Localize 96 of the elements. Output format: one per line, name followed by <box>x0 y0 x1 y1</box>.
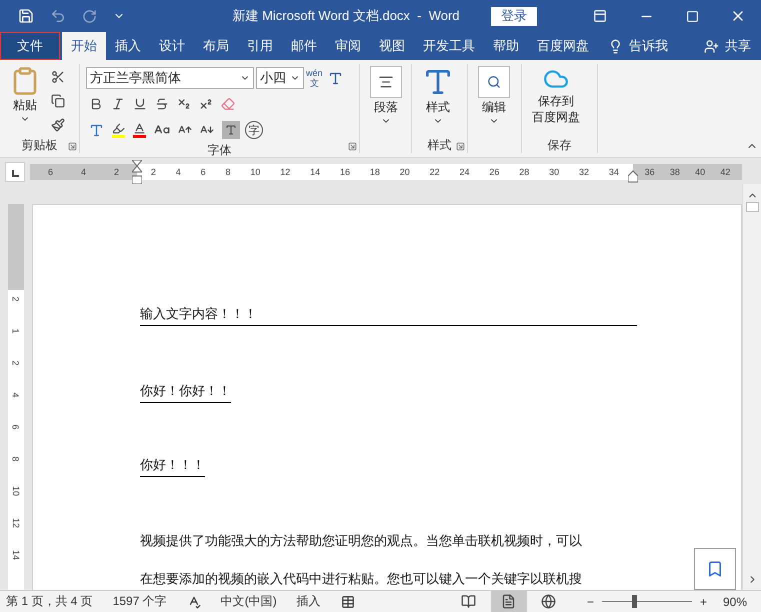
ribbon-tab[interactable]: 布局 <box>194 32 238 60</box>
styles-button[interactable]: 样式 <box>418 64 458 137</box>
zoom-out-button[interactable]: − <box>586 594 594 608</box>
ruler-number: 6 <box>11 424 21 430</box>
ruler-number: 34 <box>608 167 619 177</box>
align-center-icon[interactable] <box>370 66 402 98</box>
ruler-number: 4 <box>11 392 21 398</box>
lightbulb-icon[interactable] <box>608 38 623 54</box>
word-count[interactable]: 1597 个字 <box>112 593 167 610</box>
ruler-number: 38 <box>670 167 680 177</box>
font-name-field[interactable]: 方正兰亭黑简体 <box>86 67 254 89</box>
zoom-thumb[interactable] <box>632 595 637 608</box>
print-view-button[interactable] <box>490 591 527 612</box>
ruler-number: 10 <box>11 486 21 496</box>
ruler-number: 26 <box>489 167 500 177</box>
ruler-number: 30 <box>549 167 560 177</box>
ruler-number: 10 <box>250 167 260 177</box>
ruler-number: 20 <box>400 167 410 177</box>
paste-button[interactable]: 粘贴 <box>6 64 44 137</box>
insert-mode-label[interactable]: 插入 <box>296 593 321 610</box>
document-text: 你好！你好！！ <box>140 382 231 403</box>
vertical-ruler[interactable]: 2 1 2 4 6 8 10 12 14 <box>8 204 24 590</box>
save-to-cloud-button[interactable]: 保存到 百度网盘 <box>528 64 584 137</box>
ribbon-tab[interactable]: 百度网盘 <box>528 32 598 60</box>
document-text: 输入文字内容！！！ <box>140 305 257 323</box>
user-plus-icon[interactable] <box>704 38 719 54</box>
ribbon-tab[interactable]: 邮件 <box>282 32 326 60</box>
ruler-number: 4 <box>80 167 86 177</box>
document-text: 在想要添加的视频的嵌入代码中进行粘贴。您也可以键入一个关键字以联机搜 <box>140 570 582 588</box>
ruler-number: 2 <box>150 167 156 177</box>
ruler-number: 8 <box>226 167 231 177</box>
ruler-number: 14 <box>11 550 21 560</box>
ruler-number: 16 <box>340 167 350 177</box>
ruler-number: 6 <box>200 167 206 177</box>
document-page[interactable]: 输入文字内容！！！ 你好！你好！！ 你好！！！ 视频提供了功能强大的方法帮助您证明您的观点。当您单击联机视频时，可以 在想要添加的视频的嵌入代码中进行粘贴。您也可以键入一个关键字以联机搜 <box>32 204 742 590</box>
zoom-level[interactable]: 90% <box>722 594 747 608</box>
language-label[interactable]: 中文(中国) <box>220 593 277 610</box>
editing-button[interactable]: 编辑 <box>474 64 514 153</box>
ruler-number: 1 <box>11 328 21 334</box>
ribbon-tab[interactable]: 开发工具 <box>414 32 484 60</box>
group-label: 样式 <box>428 137 452 153</box>
ruler-number: 36 <box>644 167 655 177</box>
phonetic-guide-button[interactable]: wén 文 <box>306 68 323 88</box>
ruler-number: 12 <box>280 167 290 177</box>
dialog-launcher-icon[interactable] <box>456 142 465 151</box>
ribbon-tab[interactable]: 设计 <box>150 32 194 60</box>
group-label: 保存 <box>548 137 572 153</box>
indent-marker-icon[interactable] <box>132 160 142 184</box>
ribbon-tab[interactable]: 视图 <box>370 32 414 60</box>
ruler-number: 18 <box>370 167 380 177</box>
search-icon[interactable] <box>478 66 510 98</box>
ruler-number: 32 <box>579 167 590 177</box>
ruler-number: 40 <box>695 167 706 177</box>
page-icon[interactable] <box>501 594 516 609</box>
dialog-launcher-icon[interactable] <box>348 142 357 151</box>
ruler-number: 2 <box>11 296 21 302</box>
ruler-number: 24 <box>460 167 470 177</box>
share-label[interactable]: 共享 <box>725 37 751 55</box>
ribbon-tab[interactable]: 开始 <box>62 32 106 60</box>
paragraph-button[interactable]: 段落 <box>366 64 406 153</box>
ribbon-tab[interactable]: 审阅 <box>326 32 370 60</box>
ruler-number: 12 <box>11 518 21 528</box>
document-text: 视频提供了功能强大的方法帮助您证明您的观点。当您单击联机视频时，可以 <box>140 532 582 550</box>
ruler-number: 6 <box>48 167 53 177</box>
font-size-field[interactable]: 小四 <box>256 67 304 89</box>
macro-icon[interactable] <box>340 594 355 608</box>
ruler-number: 42 <box>720 167 730 177</box>
group-label: 字体 <box>208 142 232 158</box>
ruler-number: 28 <box>519 167 530 177</box>
ruler-number: 14 <box>310 167 320 177</box>
bookmark-icon[interactable] <box>706 560 724 578</box>
dialog-launcher-icon[interactable] <box>68 142 77 151</box>
ruler-number: 4 <box>176 167 181 177</box>
window-title: 新建 Microsoft Word 文档.docx - Word <box>231 7 461 25</box>
save-icon[interactable] <box>18 8 34 24</box>
ribbon-tab[interactable]: 引用 <box>238 32 282 60</box>
bookmark-button[interactable] <box>694 548 736 590</box>
globe-icon[interactable] <box>541 594 556 609</box>
file-tab[interactable]: 文件 <box>0 32 60 60</box>
ruler-number: 2 <box>11 360 21 366</box>
ruler-number: 22 <box>430 167 440 177</box>
tell-me-label[interactable]: 告诉我 <box>629 37 668 55</box>
ruler-number: 8 <box>11 456 21 462</box>
document-text: 你好！！！ <box>140 456 205 477</box>
book-icon[interactable] <box>461 594 476 609</box>
zoom-in-button[interactable]: + <box>700 594 707 608</box>
character-shading-icon[interactable] <box>219 119 243 141</box>
ribbon-tab[interactable]: 插入 <box>106 32 150 60</box>
login-button[interactable]: 登录 <box>491 6 537 26</box>
ruler-number: 2 <box>114 167 119 177</box>
page-count[interactable]: 第 1 页，共 4 页 <box>6 593 93 610</box>
tab-selector-button[interactable] <box>5 162 25 182</box>
scrollbar-thumb[interactable] <box>746 202 758 212</box>
group-label: 剪贴板 <box>22 137 58 153</box>
ribbon-tab[interactable]: 帮助 <box>484 32 528 60</box>
enclose-characters-button[interactable]: 字 <box>245 121 263 139</box>
